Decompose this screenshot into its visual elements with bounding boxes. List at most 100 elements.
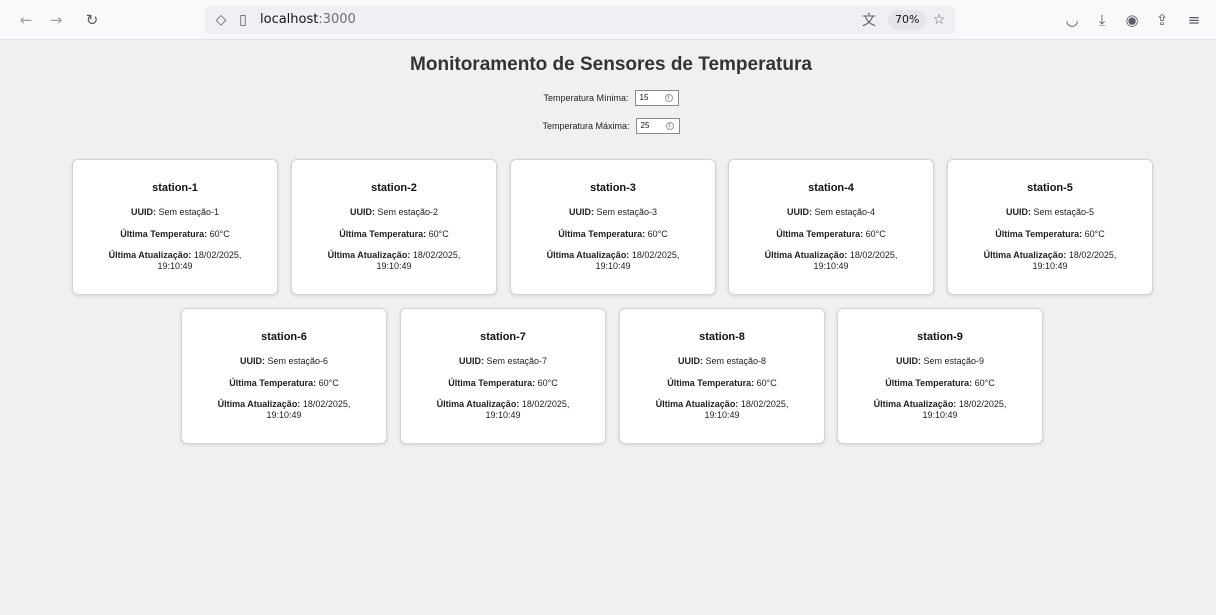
uuid-label: UUID:: [568, 207, 594, 217]
temp-value: 60°C: [865, 229, 886, 239]
update-time: 19:10:49: [813, 261, 849, 271]
back-arrow-icon[interactable]: ←: [14, 8, 38, 32]
uuid-label: UUID:: [786, 207, 812, 217]
pocket-icon[interactable]: ◡: [1060, 8, 1084, 32]
station-uuid: UUID: Sem estação-4: [741, 207, 921, 218]
update-label: Última Atualização:: [436, 399, 520, 409]
min-temperature-filter: Temperatura Mínima: 15 ⇕: [6, 90, 1216, 106]
station-temperature: Última Temperatura: 60°C: [632, 378, 812, 389]
station-card: station-5 UUID: Sem estação-5 Última Tem…: [947, 159, 1153, 295]
update-label: Última Atualização:: [546, 250, 630, 260]
max-temperature-value: 25: [640, 121, 650, 130]
station-card: station-3 UUID: Sem estação-3 Última Tem…: [510, 159, 716, 295]
spinner-icon[interactable]: ⇕: [665, 122, 674, 130]
station-last-update: Última Atualização: 18/02/2025, 19:10:49: [632, 399, 812, 421]
browser-toolbar: ← → ↻ ◇ ▯ localhost:3000 文 70% ☆ ◡ ⤓ ◉ ⇪…: [0, 0, 1216, 40]
station-card: station-1 UUID: Sem estação-1 Última Tem…: [72, 159, 278, 295]
bookmark-star-icon[interactable]: ☆: [927, 8, 951, 32]
update-date: 18/02/2025,: [193, 250, 242, 260]
uuid-value: Sem estação-5: [1033, 207, 1095, 217]
update-time: 19:10:49: [704, 410, 740, 420]
update-label: Última Atualização:: [655, 399, 739, 409]
station-uuid: UUID: Sem estação-1: [85, 207, 265, 218]
temp-label: Última Temperatura:: [995, 229, 1083, 239]
update-time: 19:10:49: [595, 261, 631, 271]
station-card: station-2 UUID: Sem estação-2 Última Tem…: [291, 159, 497, 295]
station-last-update: Última Atualização: 18/02/2025, 19:10:49: [304, 250, 484, 272]
station-name: station-8: [699, 331, 745, 343]
uuid-value: Sem estação-6: [267, 356, 329, 366]
url-text[interactable]: localhost:3000: [260, 12, 356, 27]
update-time: 19:10:49: [157, 261, 193, 271]
station-card: station-4 UUID: Sem estação-4 Última Tem…: [728, 159, 934, 295]
temp-label: Última Temperatura:: [776, 229, 864, 239]
station-name: station-4: [808, 182, 854, 194]
temp-value: 60°C: [647, 229, 668, 239]
update-date: 18/02/2025,: [849, 250, 898, 260]
station-uuid: UUID: Sem estação-8: [632, 356, 812, 367]
station-name: station-5: [1027, 182, 1073, 194]
url-bar[interactable]: ◇ ▯ localhost:3000 文 70% ☆: [205, 6, 955, 34]
max-temperature-filter: Temperatura Máxima: 25 ⇕: [6, 118, 1216, 134]
extensions-icon[interactable]: ⇪: [1150, 8, 1174, 32]
station-temperature: Última Temperatura: 60°C: [304, 229, 484, 240]
temp-value: 60°C: [318, 378, 339, 388]
station-card: station-8 UUID: Sem estação-8 Última Tem…: [619, 308, 825, 444]
station-temperature: Última Temperatura: 60°C: [413, 378, 593, 389]
uuid-label: UUID:: [895, 356, 921, 366]
uuid-value: Sem estação-3: [596, 207, 658, 217]
temp-label: Última Temperatura:: [448, 378, 536, 388]
station-uuid: UUID: Sem estação-6: [194, 356, 374, 367]
temp-value: 60°C: [209, 229, 230, 239]
temp-label: Última Temperatura:: [120, 229, 208, 239]
min-temperature-value: 15: [639, 93, 649, 102]
station-temperature: Última Temperatura: 60°C: [741, 229, 921, 240]
station-last-update: Última Atualização: 18/02/2025, 19:10:49: [413, 399, 593, 421]
station-temperature: Última Temperatura: 60°C: [960, 229, 1140, 240]
update-label: Última Atualização:: [983, 250, 1067, 260]
menu-icon[interactable]: ≡: [1182, 8, 1206, 32]
forward-arrow-icon[interactable]: →: [44, 8, 68, 32]
min-temperature-input[interactable]: 15 ⇕: [634, 90, 679, 106]
download-icon[interactable]: ⤓: [1090, 8, 1114, 32]
update-date: 18/02/2025,: [740, 399, 789, 409]
station-temperature: Última Temperatura: 60°C: [85, 229, 265, 240]
uuid-value: Sem estação-2: [377, 207, 439, 217]
spinner-icon[interactable]: ⇕: [664, 94, 673, 102]
update-label: Última Atualização:: [217, 399, 301, 409]
zoom-level-badge[interactable]: 70%: [888, 10, 927, 30]
page-title: Monitoramento de Sensores de Temperatura: [410, 54, 812, 75]
uuid-value: Sem estação-4: [814, 207, 876, 217]
update-date: 18/02/2025,: [631, 250, 680, 260]
max-temperature-input[interactable]: 25 ⇕: [635, 118, 680, 134]
station-uuid: UUID: Sem estação-9: [850, 356, 1030, 367]
update-label: Última Atualização:: [108, 250, 192, 260]
update-time: 19:10:49: [1032, 261, 1068, 271]
uuid-label: UUID:: [130, 207, 156, 217]
update-label: Última Atualização:: [327, 250, 411, 260]
station-card: station-7 UUID: Sem estação-7 Última Tem…: [400, 308, 606, 444]
station-name: station-9: [917, 331, 963, 343]
update-time: 19:10:49: [485, 410, 521, 420]
update-time: 19:10:49: [376, 261, 412, 271]
uuid-value: Sem estação-8: [705, 356, 767, 366]
update-time: 19:10:49: [922, 410, 958, 420]
uuid-label: UUID:: [1005, 207, 1031, 217]
station-uuid: UUID: Sem estação-3: [523, 207, 703, 218]
station-last-update: Última Atualização: 18/02/2025, 19:10:49: [850, 399, 1030, 421]
update-date: 18/02/2025,: [302, 399, 351, 409]
temp-label: Última Temperatura:: [885, 378, 973, 388]
station-card: station-6 UUID: Sem estação-6 Última Tem…: [181, 308, 387, 444]
page-icon[interactable]: ▯: [231, 8, 255, 32]
update-label: Última Atualização:: [873, 399, 957, 409]
shield-icon[interactable]: ◇: [209, 8, 233, 32]
translate-icon[interactable]: 文: [857, 8, 881, 32]
temp-label: Última Temperatura:: [339, 229, 427, 239]
station-name: station-1: [152, 182, 198, 194]
temp-value: 60°C: [974, 378, 995, 388]
station-temperature: Última Temperatura: 60°C: [194, 378, 374, 389]
station-last-update: Última Atualização: 18/02/2025, 19:10:49: [741, 250, 921, 272]
account-icon[interactable]: ◉: [1120, 8, 1144, 32]
temp-value: 60°C: [428, 229, 449, 239]
reload-icon[interactable]: ↻: [80, 8, 104, 32]
